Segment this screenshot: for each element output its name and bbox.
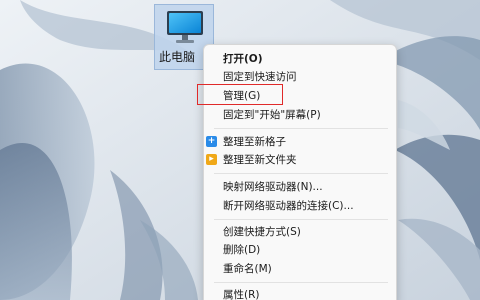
- highlight-annotation-box: [197, 84, 283, 105]
- menu-item-label: 断开网络驱动器的连接(C)...: [223, 200, 354, 212]
- menu-item-rename[interactable]: 重命名(M): [204, 260, 396, 278]
- menu-item-label: 固定到"开始"屏幕(P): [223, 109, 321, 121]
- menu-item-organize-new-folder[interactable]: ▸ 整理至新文件夹: [204, 151, 396, 169]
- menu-item-map-network-drive[interactable]: 映射网络驱动器(N)...: [204, 178, 396, 196]
- menu-item-label: 固定到快速访问: [223, 71, 297, 83]
- menu-item-label: 删除(D): [223, 244, 261, 256]
- orange-folder-icon: ▸: [206, 154, 217, 165]
- menu-item-label: 映射网络驱动器(N)...: [223, 181, 323, 193]
- menu-item-organize-new-grid[interactable]: + 整理至新格子: [204, 133, 396, 151]
- menu-item-label: 整理至新文件夹: [223, 154, 297, 166]
- menu-item-pin-start[interactable]: 固定到"开始"屏幕(P): [204, 106, 396, 124]
- menu-item-label: 重命名(M): [223, 263, 272, 275]
- monitor-icon: [166, 10, 204, 44]
- desktop-icon-label: 此电脑: [158, 50, 195, 64]
- menu-item-delete[interactable]: 删除(D): [204, 241, 396, 259]
- context-menu: 打开(O) 固定到快速访问 管理(G) 固定到"开始"屏幕(P) + 整理至新格…: [203, 44, 397, 300]
- menu-separator: [214, 173, 388, 174]
- menu-separator: [214, 128, 388, 129]
- menu-item-create-shortcut[interactable]: 创建快捷方式(S): [204, 223, 396, 241]
- menu-item-label: 属性(R): [223, 289, 260, 300]
- menu-item-properties[interactable]: 属性(R): [204, 286, 396, 300]
- menu-item-label: 打开(O): [223, 53, 263, 65]
- menu-item-label: 整理至新格子: [223, 136, 286, 148]
- blue-plus-icon: +: [206, 136, 217, 147]
- menu-item-open[interactable]: 打开(O): [204, 50, 396, 68]
- menu-item-label: 创建快捷方式(S): [223, 226, 301, 238]
- menu-item-disconnect-network-drive[interactable]: 断开网络驱动器的连接(C)...: [204, 197, 396, 215]
- menu-separator: [214, 282, 388, 283]
- menu-separator: [214, 219, 388, 220]
